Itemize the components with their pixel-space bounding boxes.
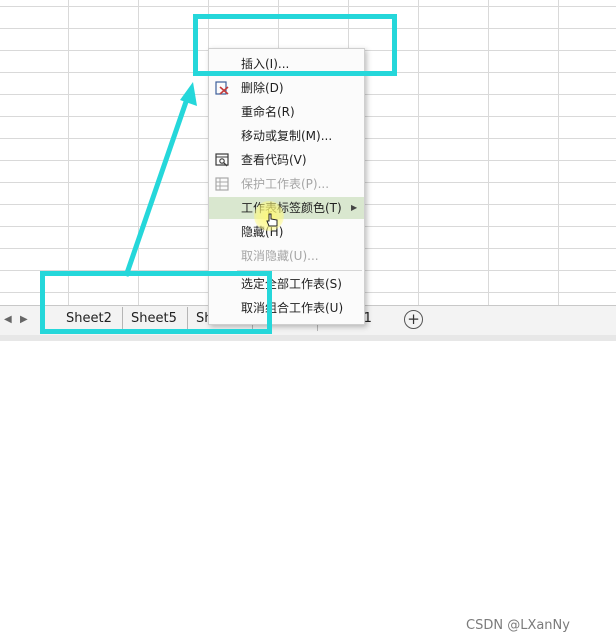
- watermark: CSDN @LXanNy: [466, 618, 570, 633]
- annotation-arrow-icon: [123, 82, 197, 277]
